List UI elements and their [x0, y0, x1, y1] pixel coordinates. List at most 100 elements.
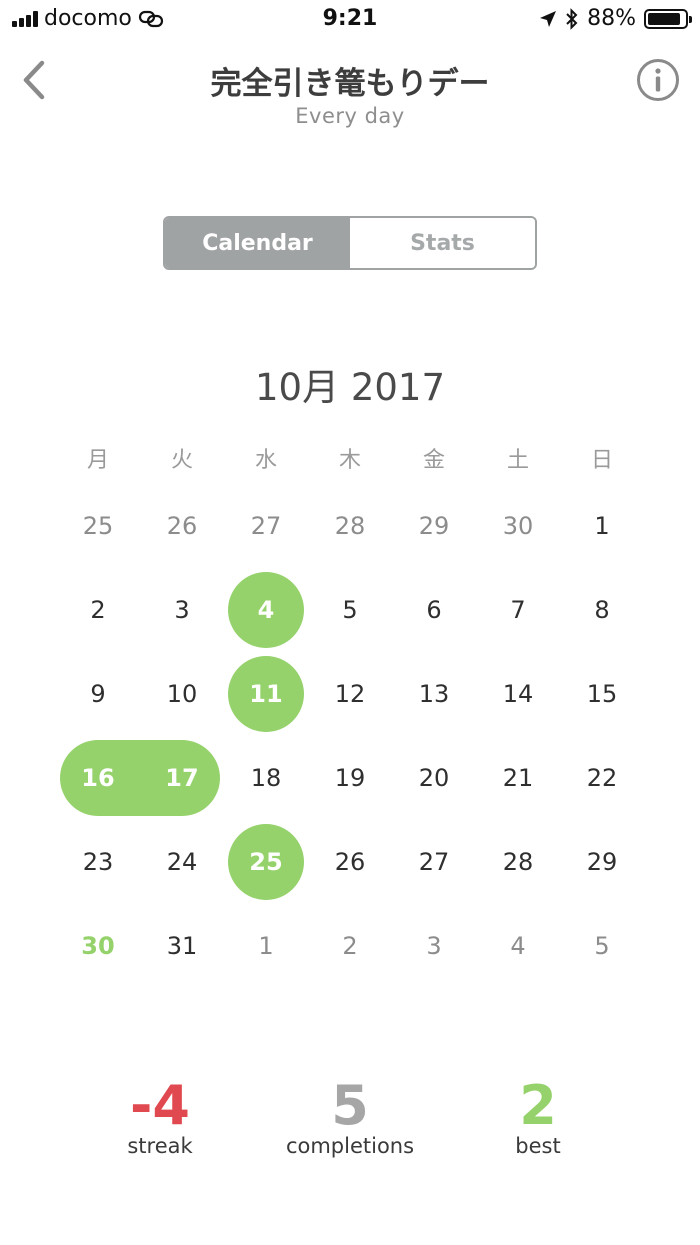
month-title: 10月 2017	[254, 366, 445, 409]
status-right: 88%	[539, 6, 692, 31]
day-number: 12	[334, 680, 366, 708]
status-bar: docomo 9:21 88%	[0, 0, 700, 40]
day-number: 31	[166, 932, 198, 960]
day-number: 13	[418, 680, 450, 708]
streak-label: streak	[127, 1134, 193, 1158]
calendar-day[interactable]: 4	[476, 904, 560, 988]
calendar-day[interactable]: 5	[308, 568, 392, 652]
day-number: 10	[166, 680, 198, 708]
calendar-day[interactable]: 25	[224, 820, 308, 904]
calendar-day[interactable]: 6	[392, 568, 476, 652]
calendar-day[interactable]: 14	[476, 652, 560, 736]
stats-summary: -4 streak 5 completions 2 best	[0, 1078, 700, 1168]
weekday-label: 木	[338, 448, 361, 473]
calendar-day[interactable]: 18	[224, 736, 308, 820]
calendar-week-row: 25 26 27 28 29 30 1	[56, 484, 644, 568]
calendar-day[interactable]: 1	[224, 904, 308, 988]
streak-stat: -4 streak	[60, 1074, 260, 1159]
calendar-day[interactable]: 1	[560, 484, 644, 568]
day-number: 7	[510, 596, 526, 624]
calendar-day[interactable]: 27	[392, 820, 476, 904]
day-number: 6	[426, 596, 442, 624]
calendar-day[interactable]: 5	[560, 904, 644, 988]
day-number: 18	[250, 764, 282, 792]
calendar-day[interactable]: 13	[392, 652, 476, 736]
calendar-day[interactable]: 29	[392, 484, 476, 568]
calendar-day[interactable]: 9	[56, 652, 140, 736]
battery-icon	[644, 8, 692, 29]
day-number: 27	[418, 848, 450, 876]
calendar-day[interactable]: 25	[56, 484, 140, 568]
calendar-week-row: 9 10 11 12 13 14 15	[56, 652, 644, 736]
calendar-day[interactable]: 26	[140, 484, 224, 568]
calendar-day[interactable]: 16	[56, 736, 140, 820]
day-number: 2	[342, 932, 358, 960]
day-number: 25	[82, 512, 114, 540]
calendar-day[interactable]: 27	[224, 484, 308, 568]
day-number: 28	[502, 848, 534, 876]
weekday-label: 金	[422, 448, 445, 473]
day-number: 30	[81, 932, 115, 960]
calendar-day[interactable]: 19	[308, 736, 392, 820]
day-number: 22	[586, 764, 618, 792]
streak-value: -4	[130, 1074, 190, 1137]
weekday-header: 月 火 水 木 金 土 日	[56, 442, 644, 474]
calendar-day[interactable]: 22	[560, 736, 644, 820]
calendar-week-row: 16 17 18 19 20 21 22	[56, 736, 644, 820]
day-number: 25	[249, 848, 283, 876]
day-number: 5	[594, 932, 610, 960]
calendar-day[interactable]: 3	[392, 904, 476, 988]
calendar-day[interactable]: 17	[140, 736, 224, 820]
tab-calendar[interactable]: Calendar	[165, 218, 350, 268]
calendar-week-row: 2 3 4 5 6 7 8	[56, 568, 644, 652]
bluetooth-icon	[566, 7, 578, 30]
day-number: 24	[166, 848, 198, 876]
weekday-label: 日	[590, 448, 613, 473]
day-number: 29	[418, 512, 450, 540]
page-title: 完全引き篭もりデー	[210, 66, 490, 102]
view-segmented-control: Calendar Stats	[163, 216, 537, 270]
calendar-day[interactable]: 21	[476, 736, 560, 820]
calendar-day[interactable]: 24	[140, 820, 224, 904]
battery-cap	[689, 15, 692, 23]
weekday-label: 水	[254, 448, 277, 473]
battery-percent: 88%	[587, 6, 636, 31]
calendar-day[interactable]: 2	[308, 904, 392, 988]
calendar-day[interactable]: 20	[392, 736, 476, 820]
calendar-day[interactable]: 23	[56, 820, 140, 904]
location-arrow-icon	[540, 10, 557, 27]
day-number: 26	[166, 512, 198, 540]
calendar-day[interactable]: 10	[140, 652, 224, 736]
day-number: 26	[334, 848, 366, 876]
day-number: 23	[82, 848, 114, 876]
calendar-day[interactable]: 29	[560, 820, 644, 904]
calendar-day[interactable]: 7	[476, 568, 560, 652]
calendar-day[interactable]: 11	[224, 652, 308, 736]
calendar-day[interactable]: 26	[308, 820, 392, 904]
day-number: 14	[502, 680, 534, 708]
calendar-day[interactable]: 3	[140, 568, 224, 652]
calendar-day[interactable]: 12	[308, 652, 392, 736]
calendar-day[interactable]: 28	[476, 820, 560, 904]
tab-stats[interactable]: Stats	[350, 218, 535, 268]
page-subtitle: Every day	[295, 104, 405, 128]
calendar-day[interactable]: 2	[56, 568, 140, 652]
calendar-day[interactable]: 15	[560, 652, 644, 736]
calendar-day[interactable]: 30	[56, 904, 140, 988]
calendar-day[interactable]: 30	[476, 484, 560, 568]
day-number: 20	[418, 764, 450, 792]
calendar-day[interactable]: 8	[560, 568, 644, 652]
day-number: 3	[426, 932, 442, 960]
day-number: 1	[594, 512, 610, 540]
day-number: 3	[174, 596, 190, 624]
best-value: 2	[519, 1074, 557, 1137]
day-number: 21	[502, 764, 534, 792]
calendar-grid: 25 26 27 28 29 30 1 2 3 4 5 6 7 8 9 10 11 12 13 14 15 16 17 18 1…	[56, 484, 644, 988]
battery-fill	[648, 12, 680, 25]
calendar-day[interactable]: 28	[308, 484, 392, 568]
day-number: 1	[258, 932, 274, 960]
calendar-day[interactable]: 31	[140, 904, 224, 988]
day-number: 4	[257, 596, 275, 624]
info-button[interactable]	[636, 58, 680, 102]
calendar-day[interactable]: 4	[224, 568, 308, 652]
